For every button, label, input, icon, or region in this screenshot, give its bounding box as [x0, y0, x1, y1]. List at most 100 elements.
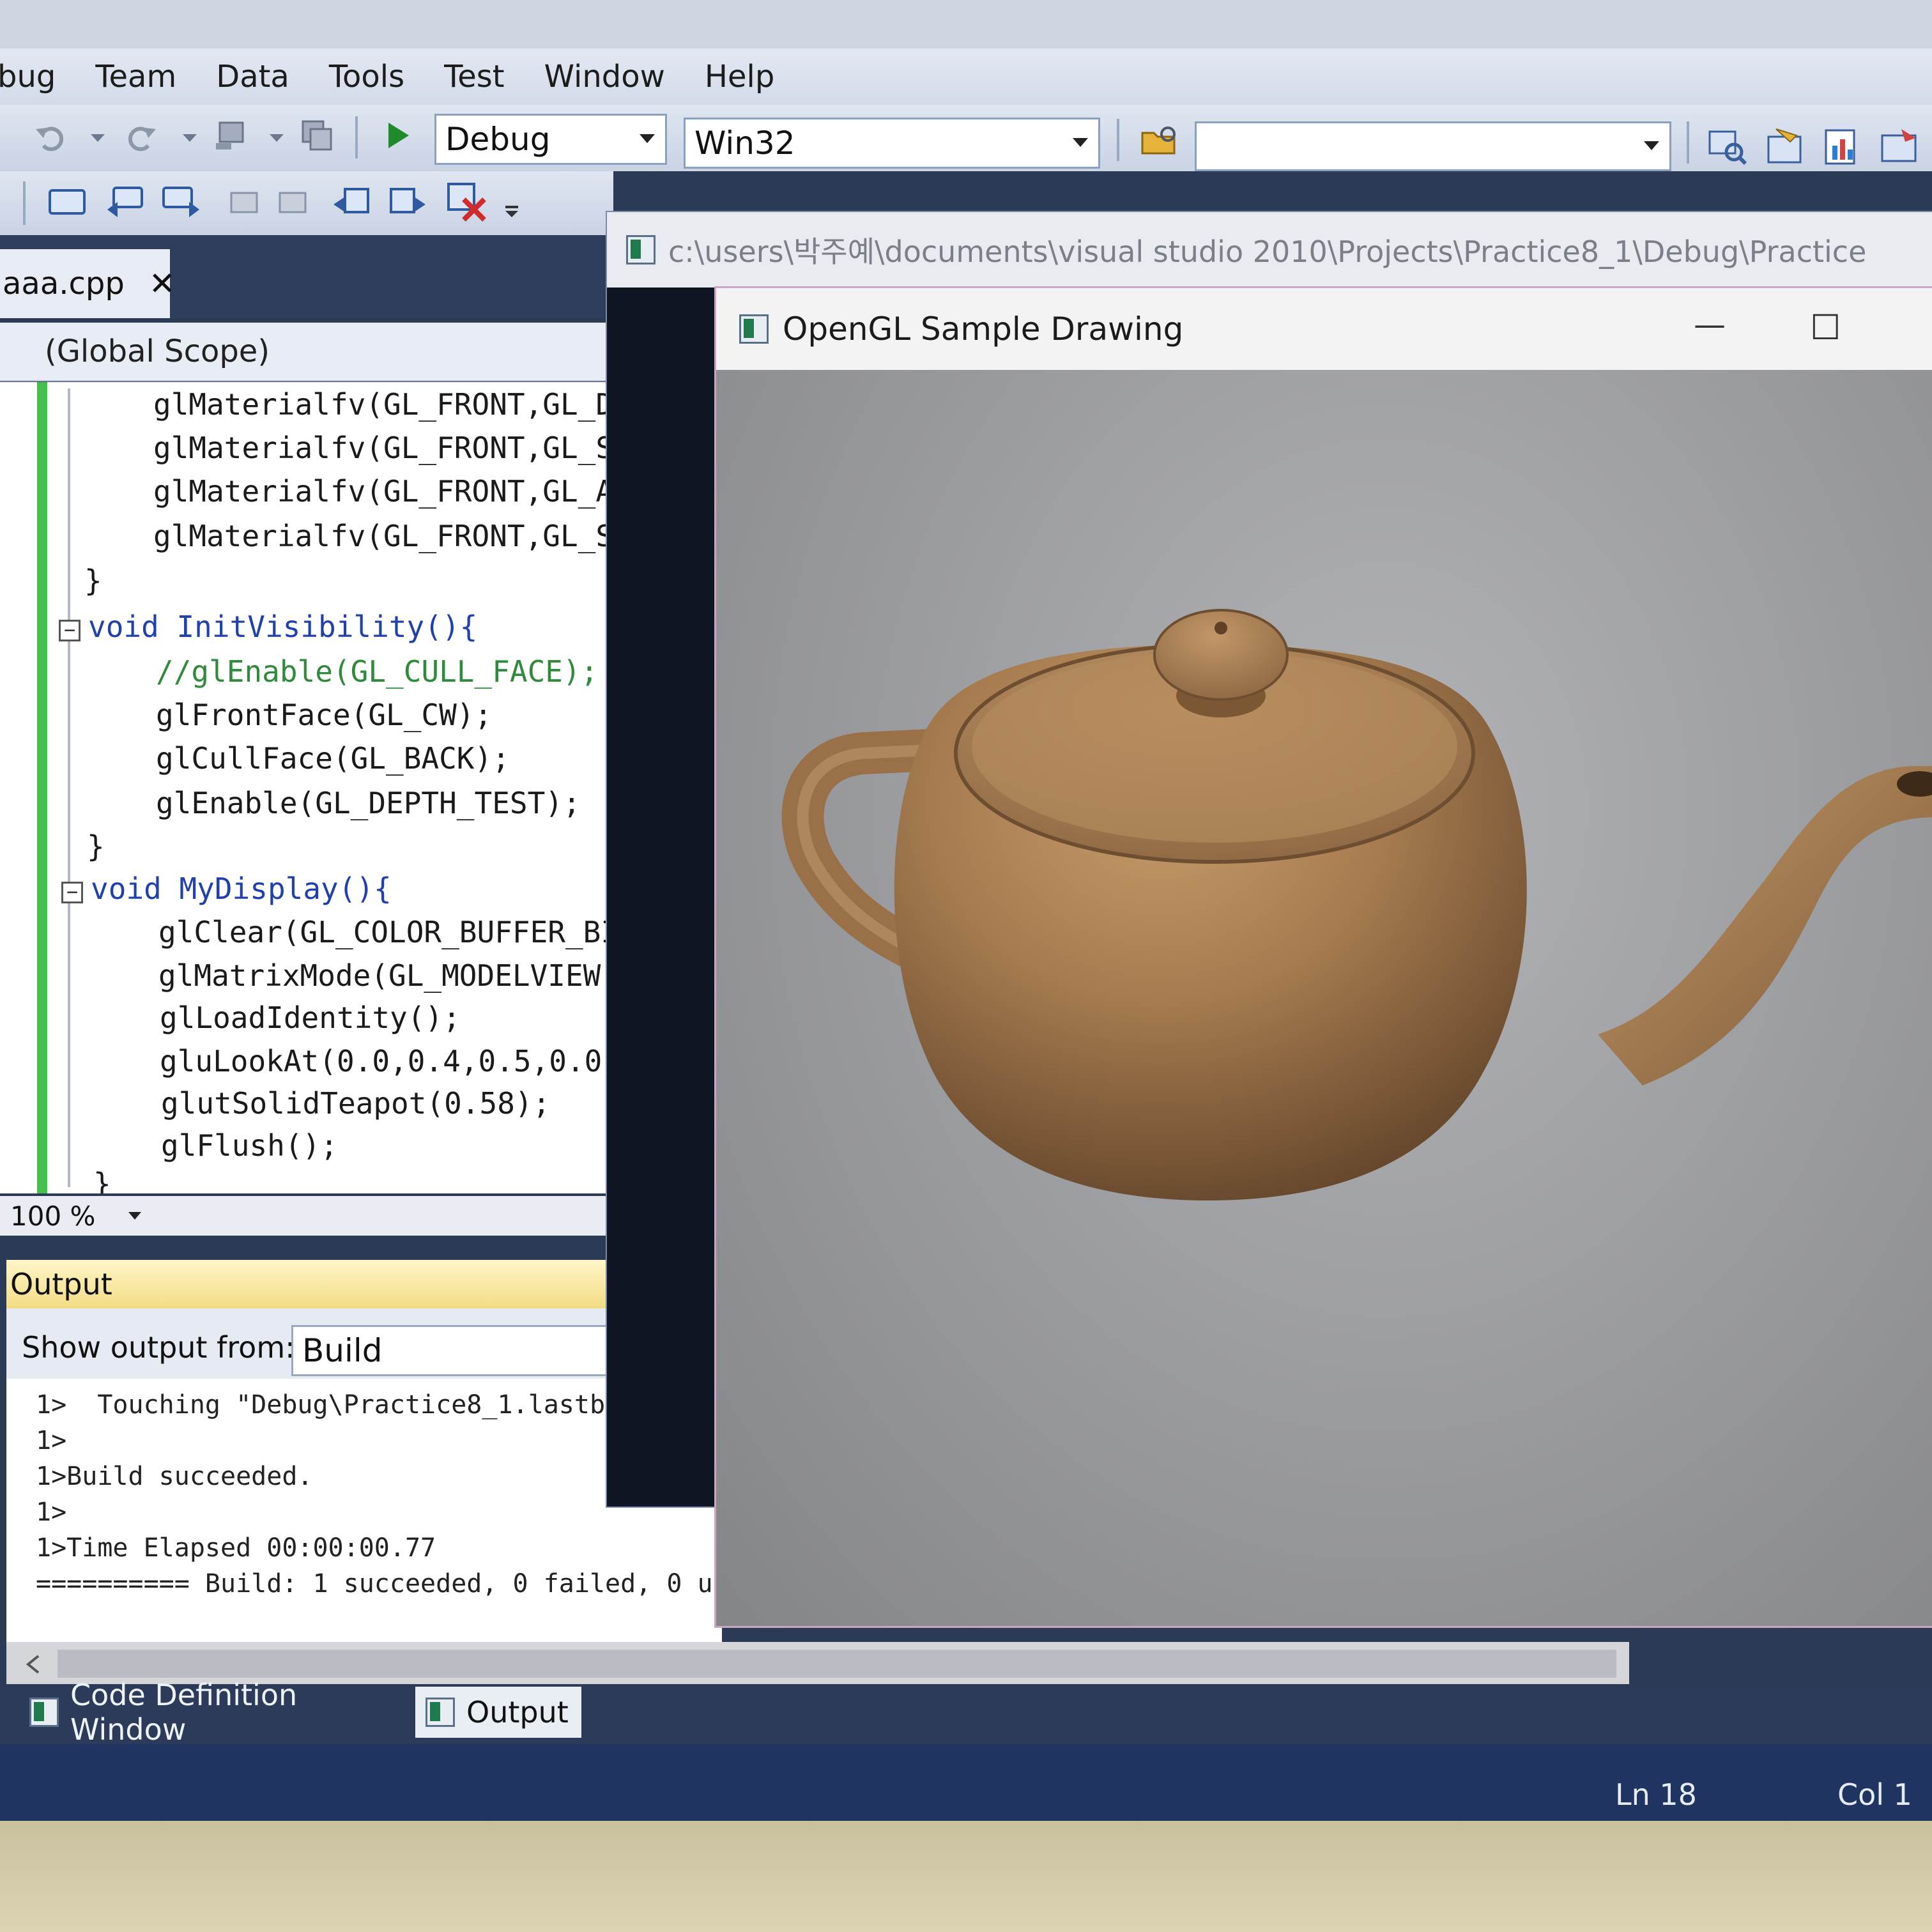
comment-block-icon[interactable] — [46, 185, 88, 218]
scope-dropdown[interactable]: (Global Scope) — [0, 323, 613, 381]
menu-window[interactable]: Window — [544, 59, 665, 95]
code-line: glLoadIdentity(); — [160, 1000, 461, 1035]
zoom-bar: 100 % — [0, 1196, 613, 1236]
output-line: 1>Build succeeded. — [36, 1462, 313, 1491]
tab-output[interactable]: Output — [415, 1687, 581, 1738]
menu-debug[interactable]: bug — [0, 59, 56, 95]
menu-help[interactable]: Help — [705, 59, 774, 95]
opengl-canvas[interactable] — [716, 370, 1932, 1626]
indent-icon[interactable] — [276, 188, 314, 221]
find-combo[interactable] — [1195, 121, 1671, 171]
chevron-down-icon — [1644, 141, 1659, 150]
toolbar-separator — [1117, 119, 1119, 161]
toolbar-separator — [23, 181, 26, 225]
navigate-dropdown-icon[interactable] — [268, 133, 285, 143]
monitor-screen: bug Team Data Tools Test Window Help Deb… — [0, 0, 1932, 1821]
toolbox-icon[interactable] — [1878, 126, 1919, 167]
start-debug-icon[interactable] — [381, 119, 414, 152]
standard-toolbar: Debug Win32 — [0, 105, 1932, 171]
code-definition-icon — [29, 1698, 59, 1727]
code-editor[interactable]: glMaterialfv(GL_FRONT,GL_D glMaterialfv(… — [0, 382, 613, 1193]
console-title-bar[interactable]: c:\users\박주예\documents\visual studio 201… — [607, 212, 1932, 288]
outdent-icon[interactable] — [222, 188, 261, 221]
clear-bookmarks-icon[interactable] — [445, 180, 489, 225]
menu-team[interactable]: Team — [95, 59, 176, 95]
document-tab-aaa-cpp[interactable]: aaa.cpp ✕ — [0, 249, 176, 318]
find-in-files-icon[interactable] — [1140, 124, 1181, 157]
bookmark-prev-icon[interactable] — [105, 185, 147, 218]
output-line: ========== Build: 1 succeeded, 0 failed,… — [36, 1569, 728, 1598]
code-line: glMaterialfv(GL_FRONT,GL_D — [153, 387, 613, 422]
code-line: //glEnable(GL_CULL_FACE); — [156, 654, 599, 689]
menu-data[interactable]: Data — [216, 59, 289, 95]
output-line: 1> Touching "Debug\Practice8_1.lastbu — [36, 1390, 621, 1420]
change-tracking-bar — [37, 382, 47, 1193]
save-all-icon[interactable] — [300, 119, 334, 152]
undo-dropdown-icon[interactable] — [89, 133, 106, 143]
toolbar-separator — [1687, 121, 1689, 164]
bookmark-next-icon[interactable] — [160, 185, 202, 218]
output-title: Output — [10, 1267, 112, 1301]
properties-icon[interactable] — [1765, 126, 1805, 167]
code-line: void InitVisibility(){ — [88, 610, 478, 644]
menu-tools[interactable]: Tools — [329, 59, 404, 95]
code-line: glCullFace(GL_BACK); — [156, 741, 510, 776]
solution-explorer-icon[interactable] — [1707, 126, 1748, 167]
toolbar-overflow-icon[interactable] — [503, 203, 520, 220]
code-line: void MyDisplay(){ — [91, 871, 392, 906]
code-line: glutSolidTeapot(0.58); — [161, 1086, 551, 1121]
code-line: } — [93, 1167, 111, 1193]
solution-platform-value: Win32 — [694, 125, 795, 162]
code-line: glFlush(); — [161, 1128, 338, 1163]
solution-configuration-value: Debug — [445, 121, 551, 158]
code-line: glFrontFace(GL_CW); — [156, 698, 493, 732]
scroll-left-icon[interactable] — [26, 1655, 41, 1674]
chevron-down-icon[interactable] — [127, 1211, 142, 1221]
redo-dropdown-icon[interactable] — [181, 133, 198, 143]
minimize-button[interactable]: — — [1694, 306, 1726, 343]
navigate-icon[interactable] — [215, 119, 248, 152]
output-window-icon — [425, 1698, 455, 1727]
object-browser-icon[interactable] — [1822, 126, 1863, 167]
outline-guide — [68, 388, 70, 1187]
code-line: gluLookAt(0.0,0.4,0.5,0.0, — [160, 1044, 613, 1078]
code-line: glMaterialfv(GL_FRONT,GL_SH — [153, 519, 613, 553]
text-editor-toolbar — [0, 171, 613, 235]
prev-bookmark-icon[interactable] — [331, 185, 372, 218]
opengl-app-icon — [739, 314, 769, 344]
opengl-title-bar[interactable]: OpenGL Sample Drawing — ☐ — [716, 288, 1932, 370]
undo-icon[interactable] — [33, 120, 66, 153]
console-app-icon — [626, 235, 656, 264]
redo-icon[interactable] — [125, 120, 158, 153]
scope-value: (Global Scope) — [45, 334, 270, 369]
menu-bar: bug Team Data Tools Test Window Help — [0, 49, 1932, 105]
output-line: 1> — [36, 1426, 67, 1455]
code-line: glEnable(GL_DEPTH_TEST); — [156, 786, 581, 820]
output-line: 1>Time Elapsed 00:00:00.77 — [36, 1533, 436, 1563]
status-bar: Ln 18 Col 1 — [0, 1744, 1932, 1821]
collapse-icon[interactable]: − — [61, 882, 83, 903]
collapse-icon[interactable]: − — [59, 620, 80, 641]
menu-test[interactable]: Test — [444, 59, 505, 95]
maximize-button[interactable]: ☐ — [1810, 307, 1841, 348]
code-line: glClear(GL_COLOR_BUFFER_BI — [158, 915, 613, 949]
monitor-bezel — [0, 1821, 1932, 1932]
console-title: c:\users\박주예\documents\visual studio 201… — [668, 234, 1867, 269]
next-bookmark-icon[interactable] — [387, 185, 428, 218]
chevron-down-icon — [640, 134, 655, 143]
teapot-spout — [1598, 766, 1932, 1085]
chevron-down-icon — [1073, 138, 1088, 147]
show-output-from-value: Build — [302, 1332, 383, 1369]
code-line: glMaterialfv(GL_FRONT,GL_AM — [153, 474, 613, 509]
tab-code-definition-label: Code Definition Window — [70, 1678, 298, 1747]
tab-code-definition-window[interactable]: Code Definition Window — [19, 1678, 415, 1747]
solution-platform-select[interactable]: Win32 — [684, 118, 1100, 169]
close-icon[interactable]: ✕ — [149, 265, 176, 302]
code-line: glMatrixMode(GL_MODELVIEW) — [158, 958, 613, 993]
solution-configuration-select[interactable]: Debug — [434, 114, 667, 165]
tab-output-label: Output — [466, 1695, 569, 1729]
code-line: } — [87, 829, 105, 864]
scrollbar-thumb[interactable] — [57, 1650, 1616, 1678]
code-line: } — [84, 564, 102, 598]
zoom-level[interactable]: 100 % — [10, 1200, 95, 1232]
